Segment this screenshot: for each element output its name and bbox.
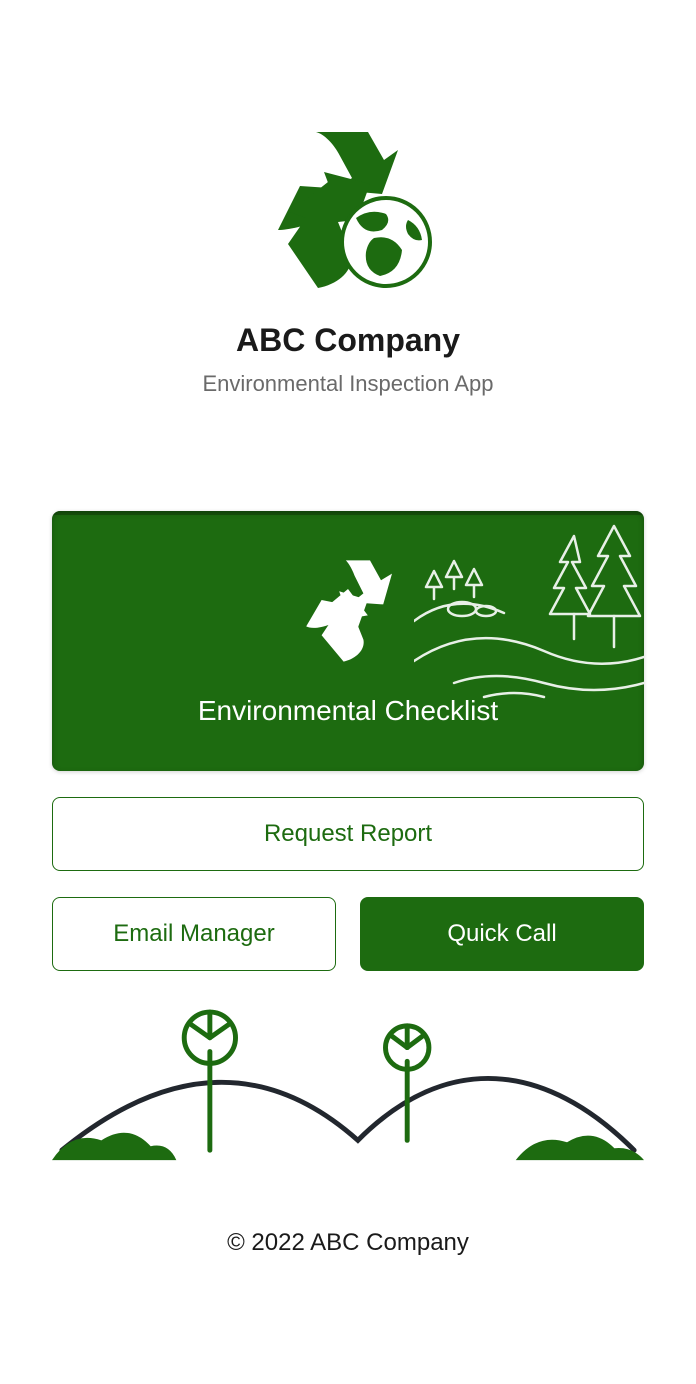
quick-call-button[interactable]: Quick Call bbox=[360, 897, 644, 971]
email-manager-button[interactable]: Email Manager bbox=[52, 897, 336, 971]
footer-copyright: © 2022 ABC Company bbox=[52, 1229, 644, 1257]
header: ABC Company Environmental Inspection App bbox=[0, 0, 696, 397]
forest-illustration-icon bbox=[414, 511, 644, 711]
request-report-button[interactable]: Request Report bbox=[52, 797, 644, 871]
app-subtitle: Environmental Inspection App bbox=[202, 371, 493, 397]
recycle-icon bbox=[293, 556, 403, 671]
landscape-illustration bbox=[52, 1001, 644, 1181]
environmental-checklist-card[interactable]: Environmental Checklist bbox=[52, 511, 644, 771]
action-button-row: Email Manager Quick Call bbox=[52, 897, 644, 971]
company-logo bbox=[258, 120, 438, 300]
main-content: Environmental Checklist Request Report E… bbox=[0, 511, 696, 1257]
company-name: ABC Company bbox=[236, 322, 460, 359]
